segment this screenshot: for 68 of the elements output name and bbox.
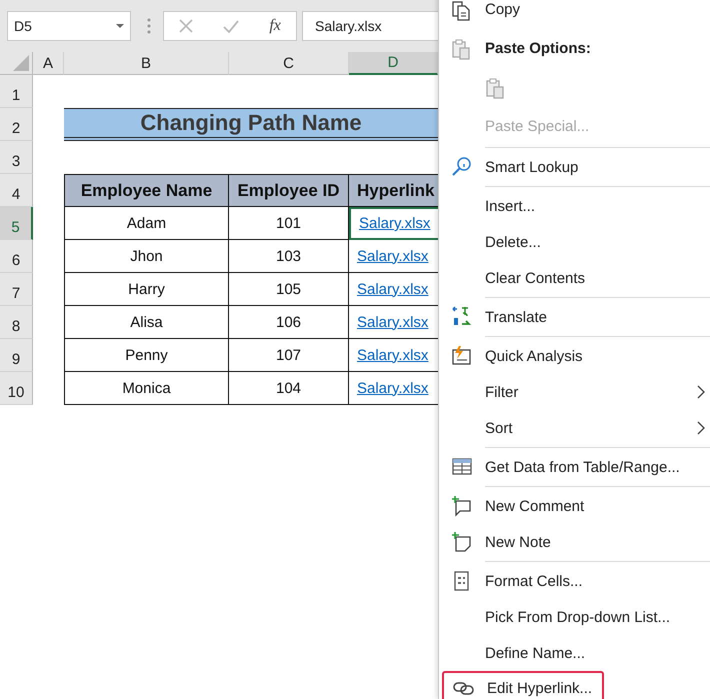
menu-item[interactable]: Sort [439, 410, 710, 446]
dropdown-icon [116, 24, 124, 28]
chevron-right-icon [697, 421, 705, 435]
row-header[interactable]: 7 [0, 273, 33, 306]
comment-icon [451, 495, 473, 517]
formula-field[interactable]: Salary.xlsx [302, 11, 438, 41]
column-header[interactable]: A [33, 52, 64, 75]
note-icon [451, 531, 473, 553]
row-header[interactable]: 5 [0, 207, 33, 240]
table-cell: Alisa [64, 306, 229, 339]
chevron-right-icon [697, 385, 705, 399]
column-header[interactable]: C [229, 52, 349, 75]
menu-item[interactable]: Get Data from Table/Range... [439, 449, 710, 485]
menu-item[interactable]: Delete... [439, 224, 710, 260]
menu-item[interactable]: Smart Lookup [439, 149, 710, 185]
hyperlink[interactable]: Salary.xlsx [357, 346, 428, 364]
table-cell: Jhon [64, 240, 229, 273]
menu-item[interactable]: New Comment [439, 488, 710, 524]
cancel-icon[interactable] [179, 19, 194, 33]
menu-item[interactable]: Pick From Drop-down List... [439, 599, 710, 635]
select-all-icon[interactable] [13, 55, 29, 71]
menu-item[interactable]: Filter [439, 374, 710, 410]
column-heading: Employee ID [229, 174, 349, 207]
sheet-title: Changing Path Name [64, 108, 438, 141]
table-cell: 101 [229, 207, 349, 240]
menu-item[interactable]: Copy [439, 0, 710, 29]
lightning-icon [451, 345, 473, 367]
menu-item[interactable]: New Note [439, 524, 710, 560]
hyperlink[interactable]: Salary.xlsx [357, 380, 428, 396]
table-cell: 107 [229, 339, 349, 372]
row-header[interactable]: 3 [0, 141, 33, 174]
column-header[interactable]: B [64, 52, 229, 75]
translate-icon [451, 306, 473, 328]
table-cell: 104 [229, 372, 349, 405]
row-header[interactable]: 6 [0, 240, 33, 273]
hyperlink[interactable]: Salary.xlsx [357, 248, 428, 264]
menu-item[interactable]: Edit Hyperlink... [442, 671, 604, 699]
column-heading: Employee Name [64, 174, 229, 207]
search-icon [451, 156, 473, 178]
table-cell: Penny [64, 339, 229, 372]
column-header[interactable]: D [349, 52, 438, 75]
table-cell: 103 [229, 240, 349, 273]
grip-icon [147, 18, 151, 34]
name-box[interactable]: D5 [7, 11, 131, 41]
table-cell: Harry [64, 273, 229, 306]
row-header[interactable]: 2 [0, 108, 33, 141]
menu-item[interactable]: Insert... [439, 188, 710, 224]
row-header[interactable]: 9 [0, 339, 33, 372]
hyperlink[interactable]: Salary.xlsx [357, 314, 428, 330]
hyperlink[interactable]: Salary.xlsx [357, 280, 428, 298]
menu-item[interactable]: Define Name... [439, 635, 710, 671]
table-cell: Adam [64, 207, 229, 240]
menu-item[interactable]: Format Cells... [439, 563, 710, 599]
menu-item[interactable]: Translate [439, 299, 710, 335]
hyperlink[interactable]: Salary.xlsx [359, 215, 430, 232]
menu-item[interactable]: Clear Contents [439, 260, 710, 296]
row-header[interactable]: 8 [0, 306, 33, 339]
section-header: Paste Options: [485, 40, 592, 57]
table-cell: 105 [229, 273, 349, 306]
menu-item[interactable]: Quick Analysis [439, 338, 710, 374]
row-header[interactable]: 1 [0, 75, 33, 108]
table-cell: Monica [64, 372, 229, 405]
row-header[interactable]: 4 [0, 174, 33, 207]
row-header[interactable]: 10 [0, 372, 33, 405]
insert-function-button[interactable]: fx [269, 17, 281, 35]
table-cell: 106 [229, 306, 349, 339]
check-icon[interactable] [223, 19, 240, 33]
column-heading: Hyperlink [349, 174, 438, 207]
